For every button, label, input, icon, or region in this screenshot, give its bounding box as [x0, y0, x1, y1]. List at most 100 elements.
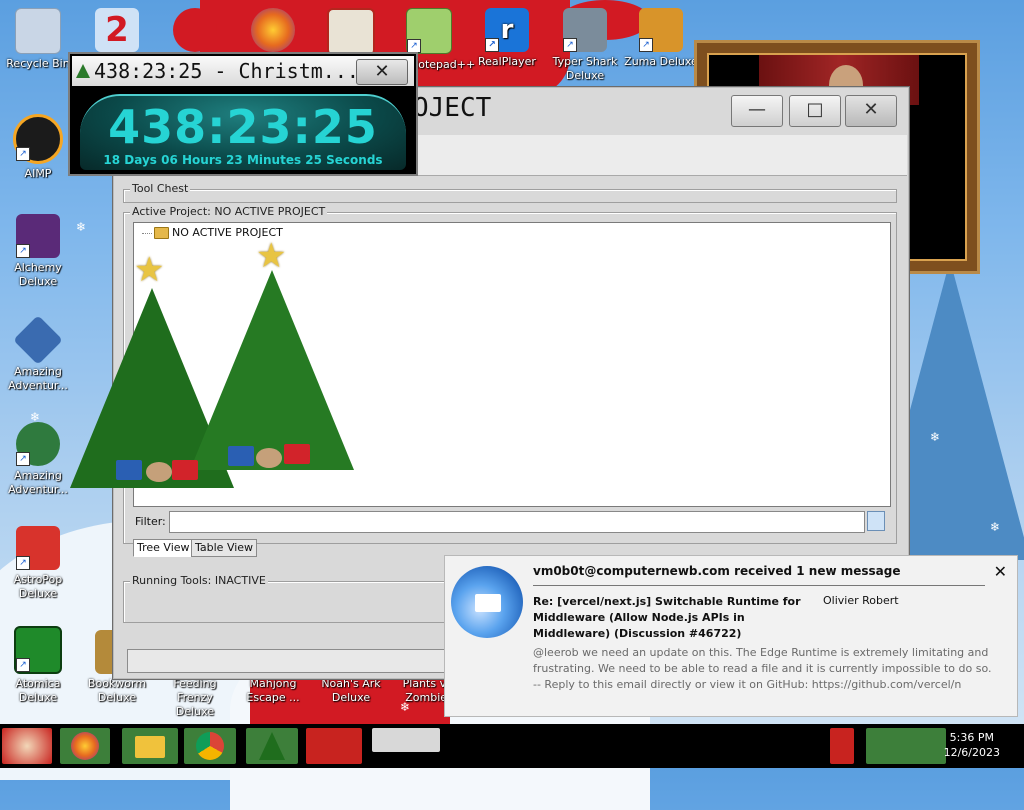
thunderbird-icon — [451, 566, 523, 638]
window-title: OJECT — [413, 93, 492, 123]
shortcut-arrow-icon: ↗ — [485, 38, 499, 52]
aimp-icon: ↗ — [13, 114, 63, 164]
zuma-icon: ↗ — [639, 8, 683, 52]
email-notification[interactable]: vm0b0t@computernewb.com received 1 new m… — [444, 555, 1018, 717]
desktop-icon-game[interactable] — [158, 8, 232, 55]
desktop-icon-firefox[interactable] — [236, 8, 310, 55]
taskbar-window-button[interactable] — [372, 728, 440, 752]
shortcut-arrow-icon: ↗ — [563, 38, 577, 52]
maximize-button[interactable]: □ — [789, 95, 841, 127]
taskbar-chrome-icon[interactable] — [184, 728, 236, 764]
firefox-icon — [71, 732, 99, 760]
amazing-adventures-icon: ↗ — [16, 422, 60, 466]
christmas-trees-decoration: ★ ★ — [60, 236, 380, 500]
tray-notification-icon[interactable] — [830, 728, 854, 764]
teddy-bear — [256, 448, 282, 468]
tab-tree-view[interactable]: Tree View — [133, 539, 194, 557]
tree-icon — [76, 64, 90, 78]
desktop-icon-label: Feeding Frenzy Deluxe — [173, 677, 217, 718]
notification-body[interactable]: @leerob we need an update on this. The E… — [533, 645, 993, 693]
snowflake: ❄ — [76, 220, 87, 234]
shortcut-arrow-icon: ↗ — [16, 452, 30, 466]
notification-header: vm0b0t@computernewb.com received 1 new m… — [533, 564, 901, 578]
taskbar-app-icon[interactable] — [306, 728, 362, 764]
shortcut-arrow-icon: ↗ — [16, 147, 30, 161]
amazing-adventures-icon — [13, 315, 63, 365]
desktop-icon-label: Atomica Deluxe — [15, 677, 61, 704]
notification-sender: Olivier Robert — [823, 594, 899, 607]
desktop-icon-label: AstroPop Deluxe — [13, 573, 63, 600]
taskbar-christmas-tree-icon[interactable] — [246, 728, 298, 764]
christmas-tree-right — [190, 270, 354, 470]
tab-table-view[interactable]: Table View — [191, 539, 258, 557]
countdown-widget[interactable]: 438:23:25 - Christm... ✕ 438:23:25 18 Da… — [68, 52, 418, 176]
close-button[interactable]: ✕ — [845, 95, 897, 127]
countdown-close-button[interactable]: ✕ — [356, 59, 408, 85]
taskbar-firefox-icon[interactable] — [60, 728, 110, 764]
countdown-title: 438:23:25 - Christm... — [94, 59, 359, 83]
shortcut-arrow-icon: ↗ — [16, 658, 30, 672]
taskbar-file-explorer-icon[interactable] — [122, 728, 178, 764]
astropop-icon: ↗ — [16, 526, 60, 570]
shrine-gate-icon — [327, 8, 375, 56]
folder-icon — [154, 227, 169, 239]
snowflake: ❄ — [930, 430, 941, 444]
notepad-plus-plus-icon: ↗ — [406, 8, 452, 54]
desktop-icon-label: Zuma Deluxe — [624, 55, 698, 68]
countdown-detail: 18 Days 06 Hours 23 Minutes 25 Seconds — [103, 153, 383, 167]
desktop-icon-aimp[interactable]: ↗ AIMP — [1, 114, 75, 181]
desktop-icon-zuma[interactable]: ↗ Zuma Deluxe — [624, 8, 698, 69]
desktop-icon-label: Typer Shark Deluxe — [552, 55, 618, 82]
desktop-icon-label: Bookworm Deluxe — [87, 677, 147, 704]
atomica-icon: ↗ — [14, 626, 62, 674]
filter-label: Filter: — [135, 515, 166, 528]
snowflake: ❄ — [990, 520, 1001, 534]
taskbar: 5:36 PM 12/6/2023 — [0, 724, 1024, 768]
desktop-icon-label: AIMP — [24, 167, 52, 180]
desktop-icon-game[interactable]: 2 — [80, 8, 154, 55]
start-button[interactable] — [2, 728, 52, 764]
running-tools-label: Running Tools: INACTIVE — [130, 574, 268, 587]
active-project-label: Active Project: NO ACTIVE PROJECT — [130, 205, 328, 218]
clock-time: 5:36 PM — [949, 731, 994, 744]
desktop-icon-notepad[interactable]: ↗ Notepad++ — [392, 8, 475, 71]
tool-chest-label: Tool Chest — [130, 182, 191, 195]
gift-box — [228, 446, 254, 466]
gift-box — [116, 460, 142, 480]
desktop-icon-label: Recycle Bin — [6, 57, 70, 70]
alchemy-icon: ↗ — [16, 214, 60, 258]
tree-connector — [142, 233, 152, 234]
teddy-bear — [146, 462, 172, 482]
realplayer-icon: r ↗ — [485, 8, 529, 52]
system-tray[interactable] — [866, 728, 946, 764]
desktop-icon-label: Noah's Ark Deluxe — [321, 677, 381, 704]
taskbar-clock[interactable]: 5:36 PM 12/6/2023 — [944, 730, 1000, 760]
notification-subject[interactable]: Re: [vercel/next.js] Switchable Runtime … — [533, 594, 803, 642]
gift-box — [284, 444, 310, 464]
recycle-bin-icon — [15, 8, 61, 54]
shortcut-arrow-icon: ↗ — [407, 39, 421, 53]
desktop-icon-typer-shark[interactable]: ↗ Typer Shark Deluxe — [548, 8, 622, 83]
desktop-icon-recycle-bin[interactable]: Recycle Bin — [1, 8, 75, 71]
envelope-icon — [475, 594, 501, 612]
desktop-icon-atomica[interactable]: ↗ Atomica Deluxe — [1, 626, 75, 705]
chrome-icon — [196, 732, 224, 760]
shortcut-arrow-icon: ↗ — [16, 556, 30, 570]
star-icon: ★ — [134, 250, 165, 290]
filter-input[interactable] — [169, 511, 865, 533]
shortcut-arrow-icon: ↗ — [16, 244, 30, 258]
clock-date: 12/6/2023 — [943, 746, 1000, 759]
folder-icon — [135, 736, 165, 758]
countdown-time: 438:23:25 — [108, 100, 378, 154]
notification-close-button[interactable]: ✕ — [994, 562, 1007, 581]
tool-chest-group: Tool Chest — [123, 182, 897, 203]
countdown-titlebar: 438:23:25 - Christm... ✕ — [72, 56, 414, 86]
filter-apply-icon[interactable] — [867, 511, 885, 531]
notification-divider — [533, 585, 985, 586]
desktop-icon-label: Notepad++ — [410, 58, 476, 71]
desktop-icon-realplayer[interactable]: r ↗ RealPlayer — [470, 8, 544, 69]
desktop-icon-astropop[interactable]: ↗ AstroPop Deluxe — [1, 526, 75, 601]
tree-icon — [259, 732, 285, 760]
firefox-icon — [251, 8, 295, 52]
minimize-button[interactable]: — — [731, 95, 783, 127]
